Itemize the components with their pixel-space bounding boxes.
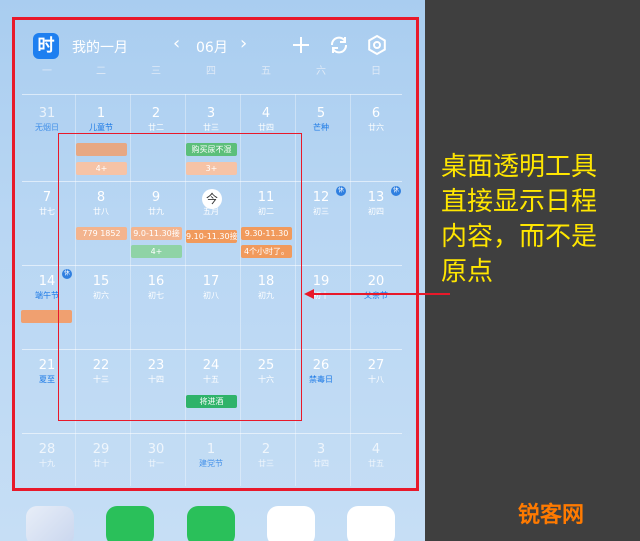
day-cell[interactable]: 28 十九 <box>20 442 74 469</box>
weekday-mon: 一 <box>42 66 52 77</box>
day-cell[interactable]: 29 廿十 <box>74 442 128 469</box>
folder-icon[interactable] <box>26 506 74 541</box>
day-number: 31 <box>38 106 56 121</box>
day-number: 2 <box>151 106 161 121</box>
highlight-box <box>58 133 302 421</box>
day-lunar-label: 廿五 <box>368 459 384 468</box>
day-lunar-label: 儿童节 <box>89 123 113 132</box>
gear-icon[interactable] <box>366 34 388 56</box>
holiday-badge: 休 <box>336 186 346 196</box>
annotation-text: 桌面透明工具 直接显示日程 内容，而不是 原点 <box>441 150 626 290</box>
month-label: 06月 <box>196 40 228 56</box>
day-lunar-label: 廿二 <box>148 123 164 132</box>
day-cell[interactable]: 3 廿三 <box>184 106 238 133</box>
day-number: 6 <box>371 106 381 121</box>
prev-month-button[interactable]: ‹ <box>173 33 180 54</box>
day-cell[interactable]: 3 廿四 <box>294 442 348 469</box>
day-number: 5 <box>316 106 326 121</box>
day-lunar-label: 廿四 <box>258 123 274 132</box>
qq-icon[interactable] <box>267 506 315 541</box>
wechat-icon[interactable] <box>106 506 154 541</box>
weekday-wed: 三 <box>151 66 161 77</box>
day-cell[interactable]: 31 无烟日 <box>20 106 74 133</box>
day-number: 27 <box>367 358 385 373</box>
grid-line <box>22 433 402 434</box>
day-lunar-label: 芒种 <box>313 123 329 132</box>
day-cell[interactable]: 2 廿二 <box>129 106 183 133</box>
day-number: 3 <box>206 106 216 121</box>
weekday-sun: 日 <box>371 66 381 77</box>
day-number: 4 <box>371 442 381 457</box>
watermark: 锐客网 <box>518 503 585 528</box>
holiday-badge: 休 <box>391 186 401 196</box>
app-icon[interactable]: 时 <box>33 33 59 59</box>
weekday-sat: 六 <box>316 66 326 77</box>
day-lunar-label: 十九 <box>39 459 55 468</box>
add-icon[interactable] <box>290 34 312 56</box>
day-number: 3 <box>316 442 326 457</box>
widget-title[interactable]: 我的一月 <box>72 37 128 57</box>
annotation-line: 直接显示日程 <box>441 187 598 217</box>
day-lunar-label: 廿十 <box>93 459 109 468</box>
day-lunar-label: 廿三 <box>258 459 274 468</box>
day-number: 29 <box>92 442 110 457</box>
day-lunar-label: 廿三 <box>203 123 219 132</box>
annotation-line: 桌面透明工具 <box>441 152 598 182</box>
next-month-button[interactable]: › <box>240 33 247 54</box>
arrow-icon <box>304 289 450 299</box>
day-lunar-label: 初四 <box>368 207 384 216</box>
sync-icon[interactable] <box>328 34 350 56</box>
day-cell[interactable]: 6 廿六 <box>349 106 403 133</box>
weekday-thu: 四 <box>206 66 216 77</box>
day-lunar-label: 无烟日 <box>35 123 59 132</box>
day-number: 1 <box>96 106 106 121</box>
day-cell[interactable]: 4 廿四 <box>239 106 293 133</box>
day-cell[interactable]: 27 十八 <box>349 358 403 385</box>
day-lunar-label: 廿四 <box>313 459 329 468</box>
day-number: 28 <box>38 442 56 457</box>
day-lunar-label: 十八 <box>368 375 384 384</box>
annotation-line: 内容，而不是 <box>441 222 598 252</box>
wechat-icon[interactable] <box>187 506 235 541</box>
day-cell[interactable]: 26 禁毒日 <box>294 358 348 385</box>
day-cell[interactable]: 2 廿三 <box>239 442 293 469</box>
weekday-fri: 五 <box>261 66 271 77</box>
day-lunar-label: 廿一 <box>148 459 164 468</box>
day-cell[interactable]: 5 芒种 <box>294 106 348 133</box>
annotation-line: 原点 <box>441 257 494 287</box>
grid-line <box>22 94 402 95</box>
weekday-tue: 二 <box>96 66 106 77</box>
day-lunar-label: 禁毒日 <box>309 375 333 384</box>
phone-screen: 时 我的一月 ‹ 06月 › 一 二 三 四 五 六 日 31 无烟日 1 儿童… <box>0 0 425 541</box>
day-number: 26 <box>312 358 330 373</box>
day-number: 1 <box>206 442 216 457</box>
qq-icon[interactable] <box>347 506 395 541</box>
day-cell[interactable]: 4 廿五 <box>349 442 403 469</box>
day-cell[interactable]: 1 建党节 <box>184 442 238 469</box>
day-cell[interactable]: 30 廿一 <box>129 442 183 469</box>
day-number: 2 <box>261 442 271 457</box>
day-cell[interactable]: 1 儿童节 <box>74 106 128 133</box>
day-lunar-label: 建党节 <box>199 459 223 468</box>
day-lunar-label: 初三 <box>313 207 329 216</box>
day-number: 30 <box>147 442 165 457</box>
day-number: 4 <box>261 106 271 121</box>
day-lunar-label: 廿六 <box>368 123 384 132</box>
